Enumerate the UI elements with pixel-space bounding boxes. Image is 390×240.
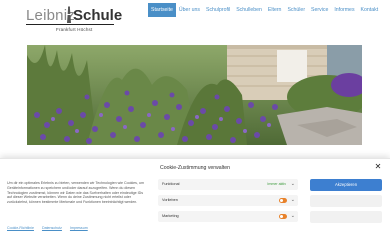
chevron-down-icon[interactable]: ⌄ — [291, 197, 295, 203]
logo-subtitle: Frankfurt Höchst — [56, 27, 93, 32]
nav-item-eltern[interactable]: Eltern — [265, 3, 285, 17]
preferences-toggle[interactable] — [279, 198, 287, 203]
privacy-link[interactable]: Datenschutz — [42, 226, 62, 230]
category-label: Funktional — [162, 182, 180, 186]
nav-item-informes[interactable]: Informes — [331, 3, 357, 17]
nav-item-schulprofil[interactable]: Schulprofil — [203, 3, 233, 17]
nav-item-schueler[interactable]: Schüler — [284, 3, 308, 17]
cookie-category-preferences[interactable]: Vorlieben ⌄ — [158, 195, 298, 206]
nav-item-schulleben[interactable]: Schulleben — [233, 3, 265, 17]
hero-image — [27, 45, 362, 145]
logo-divider — [26, 24, 114, 25]
cookie-consent-banner: Cookie-Zustimmung verwalten ✕ Um dir ein… — [0, 158, 390, 240]
chevron-down-icon[interactable]: ⌄ — [291, 213, 295, 219]
nav-item-startseite[interactable]: Startseite — [148, 3, 176, 17]
preferences-button[interactable] — [310, 211, 382, 223]
garden-flowers-image — [27, 45, 362, 145]
nav-item-service[interactable]: Service — [308, 3, 331, 17]
site-header: Leibniz Schule Frankfurt Höchst Startsei… — [0, 0, 390, 38]
main-navigation: Startseite Über uns Schulprofil Schulleb… — [148, 3, 381, 17]
category-status: Immer aktiv — [267, 182, 286, 186]
cookie-category-functional[interactable]: Funktional Immer aktiv ⌄ — [158, 179, 298, 190]
close-icon[interactable]: ✕ — [374, 163, 382, 171]
nav-item-kontakt[interactable]: Kontakt — [358, 3, 382, 17]
nav-item-ueber-uns[interactable]: Über uns — [176, 3, 203, 17]
logo-word-schule: Schule — [73, 7, 123, 24]
accept-button[interactable]: Akzeptieren — [310, 179, 382, 191]
cookie-policy-link[interactable]: Cookie-Richtlinie — [7, 226, 34, 230]
category-label: Vorlieben — [162, 198, 178, 202]
cookie-category-marketing[interactable]: Marketing ⌄ — [158, 211, 298, 222]
chevron-down-icon[interactable]: ⌄ — [291, 181, 295, 187]
deny-button[interactable] — [310, 195, 382, 207]
imprint-link[interactable]: Impressum — [70, 226, 88, 230]
cookie-banner-text: Um dir ein optimales Erlebnis zu bieten,… — [7, 181, 144, 205]
cookie-banner-title: Cookie-Zustimmung verwalten — [159, 165, 231, 171]
category-label: Marketing — [162, 214, 179, 218]
school-logo[interactable]: Leibniz Schule Frankfurt Höchst — [26, 6, 122, 36]
cookie-footer-links: Cookie-Richtlinie Datenschutz Impressum — [7, 226, 96, 230]
lighthouse-icon — [67, 6, 71, 23]
marketing-toggle[interactable] — [279, 214, 287, 219]
